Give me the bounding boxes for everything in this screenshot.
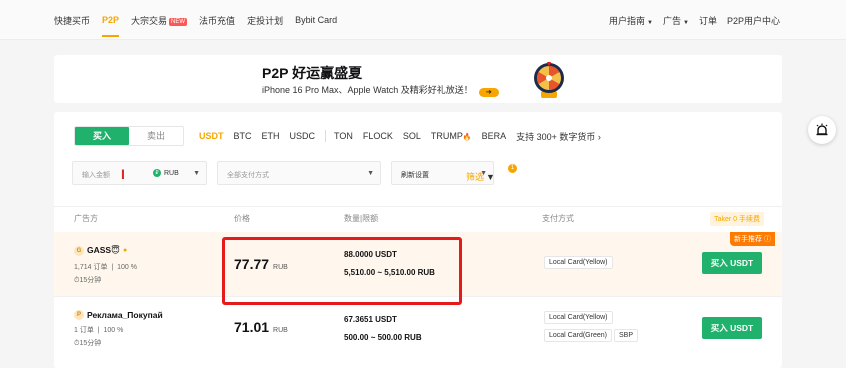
- funnel-icon: ▼: [486, 172, 495, 182]
- nav-ads[interactable]: 广告 ▼: [663, 14, 689, 27]
- caret-down-icon: ▼: [647, 19, 653, 26]
- buy-usdt-button[interactable]: 买入 USDT: [702, 252, 762, 274]
- nav-block-trade[interactable]: 大宗交易 NEW: [131, 14, 188, 27]
- coin-trump-label: TRUMP: [430, 131, 463, 141]
- sell-tab[interactable]: 卖出: [129, 127, 183, 145]
- header-price: 价格: [234, 214, 250, 223]
- currency-label: RUB: [164, 169, 179, 177]
- filter-count-badge: 1: [508, 164, 517, 173]
- banner-subtitle-text: iPhone 16 Pro Max、Apple Watch 及精彩好礼放送！: [262, 85, 473, 95]
- coin-trump[interactable]: TRUMP🔥: [431, 131, 472, 141]
- nav-fiat-deposit[interactable]: 法币充值: [199, 14, 235, 27]
- buy-tab[interactable]: 买入: [75, 127, 129, 145]
- highlight-box: [222, 237, 462, 305]
- buy-usdt-button[interactable]: 买入 USDT: [702, 317, 762, 339]
- coin-btc[interactable]: BTC: [234, 131, 252, 141]
- price-cell: 71.01 RUB: [234, 319, 288, 335]
- more-coins-label: 支持 300+ 数字货币: [516, 131, 596, 142]
- banner-subtitle: iPhone 16 Pro Max、Apple Watch 及精彩好礼放送！ ➔: [262, 83, 499, 97]
- currency-select[interactable]: ₽ RUB: [153, 169, 179, 177]
- advertiser-stats: 1 订单 | 100 %: [74, 327, 124, 334]
- filter-label: 筛选: [466, 172, 485, 182]
- advertiser-link[interactable]: G GASS😇 ●: [74, 245, 127, 256]
- payment-method-tag: Local Card(Green): [544, 329, 612, 342]
- nav-block-trade-label: 大宗交易: [131, 15, 168, 26]
- avatar: P: [74, 310, 84, 320]
- caret-down-icon: ▼: [367, 170, 374, 177]
- taker-fee-badge: Taker 0 手续费: [710, 212, 764, 226]
- banner-title: P2P 好运赢盛夏: [262, 65, 363, 81]
- newbie-recommend-badge[interactable]: 新手推荐 ⓘ: [730, 232, 775, 246]
- payment-time: ⏱15分钟: [74, 340, 102, 347]
- rub-icon: ₽: [153, 169, 161, 177]
- text-cursor-icon: I: [121, 166, 125, 182]
- float-alert-button[interactable]: [808, 116, 836, 144]
- coin-divider: [325, 130, 327, 142]
- header-payment: 支付方式: [542, 214, 574, 223]
- prize-wheel-icon: [534, 62, 564, 98]
- nav-orders[interactable]: 订单: [699, 14, 717, 27]
- nav-bybit-card[interactable]: Bybit Card: [295, 15, 337, 25]
- new-badge: NEW: [169, 17, 188, 26]
- fire-icon: 🔥: [462, 134, 472, 141]
- nav-recurring-buy[interactable]: 定投计划: [247, 14, 283, 27]
- caret-down-icon: ▼: [193, 170, 200, 177]
- payment-method-tag: Local Card(Yellow): [544, 256, 613, 269]
- table-header: 广告方 价格 数量|限额 支付方式 Taker 0 手续费: [54, 206, 782, 230]
- payment-placeholder: 全部支付方式: [227, 172, 269, 179]
- bell-icon: [816, 123, 828, 136]
- nav-left: 快捷买币 P2P 大宗交易 NEW 法币充值 定投计划 Bybit Card: [54, 0, 337, 40]
- order-count: 1,714 订单: [74, 264, 108, 271]
- nav-user-guide-label: 用户指南: [609, 15, 646, 26]
- advertiser-name: GASS😇: [87, 245, 120, 255]
- price-unit: RUB: [273, 327, 288, 334]
- coin-ton[interactable]: TON: [334, 131, 353, 141]
- nav-quick-buy[interactable]: 快捷买币: [54, 14, 90, 27]
- nav-p2p[interactable]: P2P: [102, 15, 120, 37]
- limit: 500.00 ~ 500.00 RUB: [344, 333, 422, 342]
- header-advertiser: 广告方: [74, 214, 98, 223]
- filter-button[interactable]: 筛选 ▼: [466, 170, 495, 183]
- advertiser-name: Реклама_Покупай: [87, 310, 163, 320]
- coin-bera[interactable]: BERA: [482, 131, 507, 141]
- refresh-label: 刷新设置: [401, 172, 429, 179]
- completion-rate: 100 %: [117, 264, 137, 271]
- payment-method-tag: SBP: [614, 329, 639, 342]
- nav-ads-label: 广告: [663, 15, 682, 26]
- arrow-right-icon[interactable]: ➔: [478, 88, 499, 97]
- order-count: 1 订单: [74, 327, 94, 334]
- header-quantity-limit: 数量|限额: [344, 214, 379, 223]
- payment-method-tag: Local Card(Yellow): [544, 311, 613, 324]
- amount-input[interactable]: 输入金额 I ₽ RUB ▼: [72, 161, 207, 185]
- coin-eth[interactable]: ETH: [262, 131, 280, 141]
- payment-time: ⏱15分钟: [74, 277, 102, 284]
- top-nav: 快捷买币 P2P 大宗交易 NEW 法币充值 定投计划 Bybit Card 用户…: [0, 0, 846, 40]
- payment-method-select[interactable]: 全部支付方式 ▼: [217, 161, 381, 185]
- more-coins-link[interactable]: 支持 300+ 数字货币 ›: [516, 130, 601, 143]
- promo-banner[interactable]: P2P 好运赢盛夏 iPhone 16 Pro Max、Apple Watch …: [54, 55, 782, 103]
- coin-flock[interactable]: FLOCK: [363, 131, 393, 141]
- nav-right: 用户指南 ▼ 广告 ▼ 订单 P2P用户中心: [609, 0, 780, 40]
- verified-badge-icon: ●: [122, 247, 128, 254]
- nav-user-center[interactable]: P2P用户中心: [727, 14, 780, 27]
- completion-rate: 100 %: [103, 327, 124, 334]
- chevron-right-icon: ›: [597, 131, 601, 142]
- amount-placeholder: 输入金额: [82, 172, 110, 179]
- coin-selector: USDT BTC ETH USDC TON FLOCK SOL TRUMP🔥 B…: [199, 126, 611, 146]
- coin-sol[interactable]: SOL: [403, 131, 421, 141]
- caret-down-icon: ▼: [683, 19, 689, 26]
- advertiser-stats: 1,714 订单 | 100 %: [74, 264, 137, 271]
- nav-user-guide[interactable]: 用户指南 ▼: [609, 14, 653, 27]
- coin-usdt[interactable]: USDT: [199, 131, 224, 141]
- avatar: G: [74, 245, 84, 256]
- advertiser-link[interactable]: P Реклама_Покупай: [74, 310, 163, 320]
- coin-usdc[interactable]: USDC: [290, 131, 316, 141]
- price-value: 71.01: [234, 319, 270, 335]
- buy-sell-toggle: 买入 卖出: [74, 126, 184, 146]
- table-row: P Реклама_Покупай 1 订单 | 100 % ⏱15分钟 71.0…: [54, 296, 782, 360]
- quantity: 67.3651 USDT: [344, 315, 397, 324]
